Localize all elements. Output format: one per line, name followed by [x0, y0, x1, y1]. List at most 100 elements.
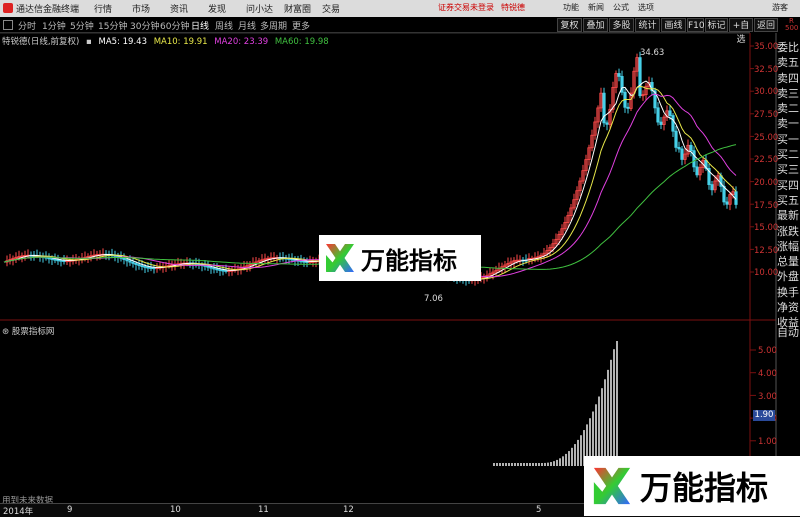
candle-body: [224, 270, 228, 272]
menu-item-ask[interactable]: 问小达: [246, 2, 284, 15]
candle-body: [671, 115, 675, 132]
candle-body: [125, 259, 129, 262]
candle-body: [149, 267, 153, 269]
fullscreen-icon[interactable]: [3, 20, 13, 30]
tool-f10-button[interactable]: F10: [687, 18, 705, 32]
period-30min[interactable]: 30分钟: [130, 19, 159, 32]
candle-body: [53, 258, 57, 261]
period-1min[interactable]: 1分钟: [42, 19, 66, 32]
watermark-center: 万能指标: [319, 235, 481, 281]
watermark-logo-icon: [593, 467, 631, 505]
side-label: 净资: [777, 301, 799, 315]
ma-legend: 特锐德(日线,前复权) ▪ MA5: 19.43 MA10: 19.91 MA2…: [2, 35, 333, 47]
watermark-corner: 万能指标: [584, 456, 800, 516]
watermark-text: 万能指标: [640, 469, 769, 507]
period-60min[interactable]: 60分钟: [160, 19, 189, 32]
side-label: 涨幅: [777, 239, 799, 253]
watermark-logo-icon: [326, 244, 354, 272]
indicator-tick: 3.00: [758, 392, 777, 402]
price-tick: 25.00: [754, 133, 779, 143]
candle-body: [689, 144, 693, 152]
right-menu: 功能 新闻 公式 选项: [563, 2, 663, 13]
period-multi[interactable]: 多周期: [260, 19, 287, 32]
menu-item-market[interactable]: 行情: [94, 2, 132, 15]
side-label: 卖四: [777, 71, 799, 85]
candle-body: [134, 263, 138, 265]
candle-body: [47, 257, 51, 260]
menu-item-wealth[interactable]: 财富圈: [284, 2, 322, 15]
side-auto-button[interactable]: 自动: [777, 324, 799, 340]
period-more[interactable]: 更多: [292, 19, 310, 32]
candle-body: [137, 264, 141, 266]
date-tick: 12: [343, 505, 354, 515]
side-label: 换手: [777, 285, 799, 299]
side-label: 买四: [777, 178, 799, 192]
candle-body: [56, 259, 60, 262]
tool-mark-button[interactable]: 标记: [705, 18, 728, 32]
main-menu: 行情 市场 资讯 发现 问小达 财富圈 交易: [94, 2, 360, 15]
tool-draw-button[interactable]: 画线: [661, 18, 686, 32]
candle-body: [143, 266, 147, 268]
candle-body: [710, 184, 714, 191]
candle-body: [692, 150, 696, 168]
tool-back-button[interactable]: 返回: [754, 18, 778, 32]
price-tick: 10.00: [754, 268, 779, 278]
menu-bar: 通达信金融终端 行情 市场 资讯 发现 问小达 财富圈 交易 证券交易未登录 特…: [0, 0, 800, 17]
tool-stats-button[interactable]: 统计: [635, 18, 660, 32]
indicator-current-value: 1.90: [753, 410, 775, 421]
period-tick[interactable]: 分时: [18, 19, 36, 32]
price-tick: 35.00: [754, 42, 779, 52]
period-monthly[interactable]: 月线: [238, 19, 256, 32]
low-annotation: 7.06: [424, 294, 443, 304]
menu-item-markets[interactable]: 市场: [132, 2, 170, 15]
indicator-title: ⊛ 股票指标网: [2, 325, 54, 337]
candle-body: [722, 185, 726, 203]
candle-body: [206, 265, 210, 268]
indicator-settings-icon[interactable]: ⊛: [2, 327, 9, 337]
menu-item-trade[interactable]: 交易: [322, 2, 360, 15]
legend-ma60: MA60: 19.98: [274, 37, 329, 47]
tool-overlay-button[interactable]: 叠加: [583, 18, 608, 32]
menu-item-formula[interactable]: 公式: [613, 2, 638, 13]
candle-body: [638, 57, 642, 97]
date-tick: 2014年: [3, 507, 34, 517]
price-tick: 30.00: [754, 87, 779, 97]
stock-link[interactable]: 特锐德: [501, 2, 525, 13]
menu-item-function[interactable]: 功能: [563, 2, 588, 13]
side-label: 最新: [777, 209, 799, 223]
menu-item-options[interactable]: 选项: [638, 2, 663, 13]
side-label: 总量: [777, 255, 799, 269]
login-status[interactable]: 证券交易未登录: [438, 2, 494, 13]
menu-item-newsfeed[interactable]: 新闻: [588, 2, 613, 13]
candle-body: [215, 268, 219, 271]
tool-add-watchlist-button[interactable]: +自选: [729, 18, 753, 45]
indicator-tick: 4.00: [758, 369, 777, 379]
side-label: 买一: [777, 132, 799, 146]
menu-item-discover[interactable]: 发现: [208, 2, 246, 15]
candle-body: [677, 147, 681, 150]
app-title: 通达信金融终端: [16, 5, 80, 15]
side-label: 委比: [777, 41, 799, 54]
legend-ma20: MA20: 23.39: [214, 37, 269, 47]
candle-body: [122, 257, 126, 260]
tool-multistock-button[interactable]: 多股: [609, 18, 634, 32]
candle-body: [674, 130, 678, 148]
price-tick: 15.00: [754, 223, 779, 233]
price-tick: 20.00: [754, 178, 779, 188]
legend-toggle-icon[interactable]: ▪: [86, 37, 92, 47]
app-logo-icon: [3, 3, 13, 13]
candle-body: [131, 261, 135, 264]
period-daily[interactable]: 日线: [191, 19, 209, 32]
candle-body: [605, 122, 609, 125]
menu-item-news[interactable]: 资讯: [170, 2, 208, 15]
high-annotation: 34.63: [640, 48, 665, 58]
side-label: 外盘: [777, 270, 799, 284]
period-15min[interactable]: 15分钟: [98, 19, 127, 32]
period-weekly[interactable]: 周线: [215, 19, 233, 32]
candle-body: [725, 201, 729, 205]
user-guest[interactable]: 游客: [772, 2, 788, 13]
indicator-name: 股票指标网: [11, 327, 55, 337]
quote-side-panel: 委比 卖五 卖四 卖三 卖二 卖一 买一 买二 买三 买四 买五 最新 涨跌 涨…: [777, 40, 800, 331]
tool-adjust-button[interactable]: 复权: [557, 18, 582, 32]
period-5min[interactable]: 5分钟: [70, 19, 94, 32]
